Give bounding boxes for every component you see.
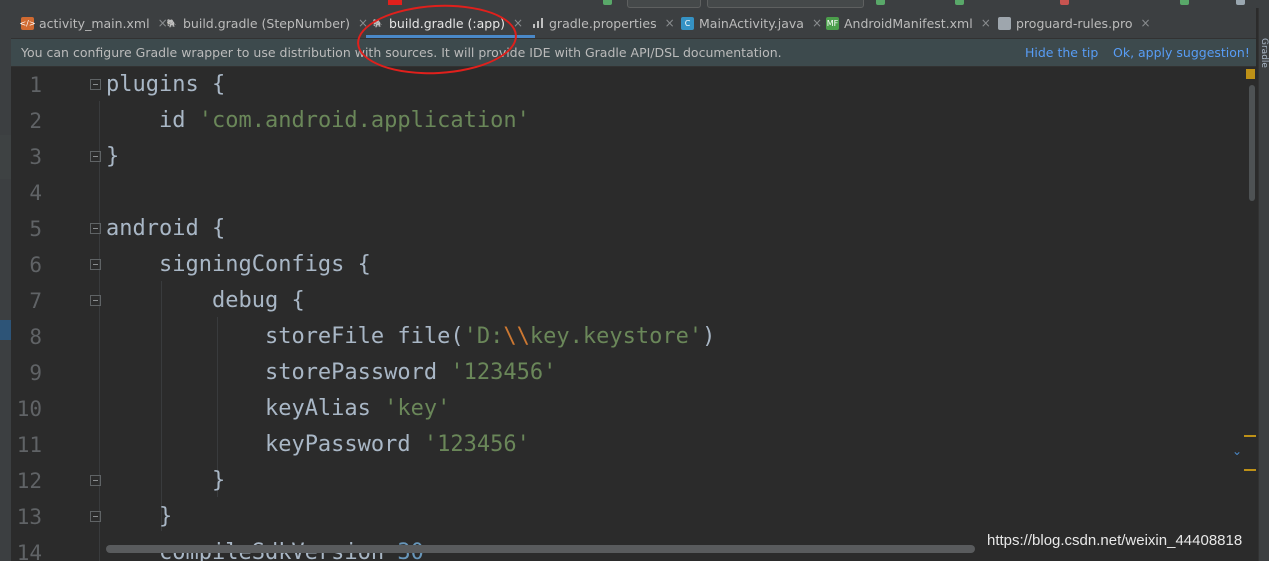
line-number: 4	[29, 181, 42, 205]
tab-label: MainActivity.java	[699, 15, 804, 31]
gradle-elephant-icon: 🐘	[166, 18, 177, 28]
profile-icon[interactable]	[955, 0, 964, 5]
gradle-tool-window-button[interactable]: Gradle	[1259, 38, 1269, 68]
run-config-selector[interactable]	[627, 0, 701, 8]
line-number: 8	[29, 325, 42, 349]
code-line: 4	[11, 175, 1256, 211]
line-number: 11	[16, 433, 42, 457]
code-editor[interactable]: 1 plugins { 2 id 'com.android.applicatio…	[11, 67, 1256, 561]
line-number: 9	[29, 361, 42, 385]
code-text: keyAlias 'key'	[264, 396, 451, 421]
chevron-down-icon: ⌄	[1232, 444, 1243, 458]
apply-suggestion-link[interactable]: Ok, apply suggestion!	[1113, 45, 1250, 60]
main-toolbar	[0, 0, 1269, 8]
tab-label: proguard-rules.pro	[1016, 15, 1133, 31]
tab-label: build.gradle (StepNumber)	[183, 15, 350, 31]
code-line: 9 storePassword '123456'	[11, 355, 1256, 391]
watermark: https://blog.csdn.net/weixin_44408818	[987, 532, 1243, 549]
stop-icon[interactable]	[1060, 0, 1069, 5]
code-text: keyPassword '123456'	[264, 432, 530, 457]
right-tool-strip	[1258, 8, 1269, 561]
line-number: 2	[29, 109, 42, 133]
code-line: 12 }	[11, 463, 1256, 499]
line-number: 7	[29, 289, 42, 313]
code-line: 1 plugins {	[11, 67, 1256, 103]
line-number: 12	[16, 469, 42, 493]
device-selector[interactable]	[707, 0, 864, 8]
code-text: debug {	[211, 288, 305, 313]
debug-icon[interactable]	[876, 0, 885, 5]
line-number: 10	[16, 397, 42, 421]
fold-marker-icon[interactable]	[90, 79, 101, 90]
code-text: signingConfigs {	[158, 252, 371, 277]
properties-file-icon	[531, 17, 544, 30]
code-text: id 'com.android.application'	[158, 108, 530, 133]
code-text: plugins {	[106, 72, 226, 97]
tool-window-button-active[interactable]	[0, 320, 11, 340]
java-class-icon: C	[681, 16, 694, 30]
code-line: 3 }	[11, 139, 1256, 175]
code-line: 6 signingConfigs {	[11, 247, 1256, 283]
fold-marker-icon[interactable]	[90, 511, 101, 522]
code-text: }	[211, 468, 226, 493]
close-icon[interactable]: ×	[665, 16, 675, 30]
code-text: }	[158, 504, 173, 529]
tab-activity-main-xml[interactable]: </> activity_main.xml ×	[19, 8, 167, 38]
code-line: 7 debug {	[11, 283, 1256, 319]
tool-window-button[interactable]	[0, 135, 11, 179]
code-line: 13 }	[11, 499, 1256, 535]
line-number: 13	[16, 505, 42, 529]
tab-proguard-rules[interactable]: proguard-rules.pro ×	[998, 8, 1151, 38]
run-icon[interactable]	[603, 0, 612, 5]
editor-tab-bar: </> activity_main.xml × 🐘 build.gradle (…	[11, 8, 1256, 39]
search-icon[interactable]	[1236, 0, 1245, 5]
code-line: 5 android {	[11, 211, 1256, 247]
text-file-icon	[998, 16, 1011, 30]
fold-marker-icon[interactable]	[90, 151, 101, 162]
vertical-scrollbar-thumb[interactable]	[1249, 85, 1255, 201]
xml-file-icon: </>	[19, 16, 36, 30]
tab-main-activity-java[interactable]: C MainActivity.java ×	[681, 8, 822, 38]
code-text: storePassword '123456'	[264, 360, 557, 385]
tab-label: AndroidManifest.xml	[844, 15, 973, 31]
horizontal-scrollbar-thumb[interactable]	[106, 545, 975, 553]
tab-build-gradle-project[interactable]: 🐘 build.gradle (StepNumber) ×	[165, 8, 369, 38]
line-number: 3	[29, 145, 42, 169]
code-line: 11 keyPassword '123456'	[11, 427, 1256, 463]
close-icon[interactable]: ×	[812, 16, 822, 30]
tab-android-manifest[interactable]: MF AndroidManifest.xml ×	[826, 8, 991, 38]
fold-marker-icon[interactable]	[90, 223, 101, 234]
tab-gradle-properties[interactable]: gradle.properties ×	[531, 8, 675, 38]
line-number: 14	[16, 541, 42, 561]
error-stripe-marker[interactable]	[1244, 469, 1256, 471]
hide-tip-link[interactable]: Hide the tip	[1025, 45, 1098, 60]
code-line: 10 keyAlias 'key'	[11, 391, 1256, 427]
tab-label: gradle.properties	[549, 15, 657, 31]
gradle-tip-banner: You can configure Gradle wrapper to use …	[11, 39, 1256, 67]
code-line: 8 storeFile file('D:\\key.keystore')	[11, 319, 1256, 355]
sync-icon[interactable]	[1180, 0, 1189, 5]
line-number: 6	[29, 253, 42, 277]
code-text: storeFile file('D:\\key.keystore')	[264, 324, 716, 349]
line-number: 5	[29, 217, 42, 241]
code-line: 2 id 'com.android.application'	[11, 103, 1256, 139]
fold-marker-icon[interactable]	[90, 295, 101, 306]
fold-marker-icon[interactable]	[90, 259, 101, 270]
close-icon[interactable]: ×	[981, 16, 991, 30]
manifest-file-icon: MF	[826, 16, 839, 30]
close-icon[interactable]: ×	[1141, 16, 1151, 30]
code-text: }	[106, 144, 120, 169]
annotation-mark	[388, 0, 402, 5]
line-number: 1	[29, 73, 42, 97]
tab-label: activity_main.xml	[39, 15, 150, 31]
fold-marker-icon[interactable]	[90, 475, 101, 486]
error-stripe-marker[interactable]	[1244, 435, 1256, 437]
code-text: android {	[106, 216, 226, 241]
